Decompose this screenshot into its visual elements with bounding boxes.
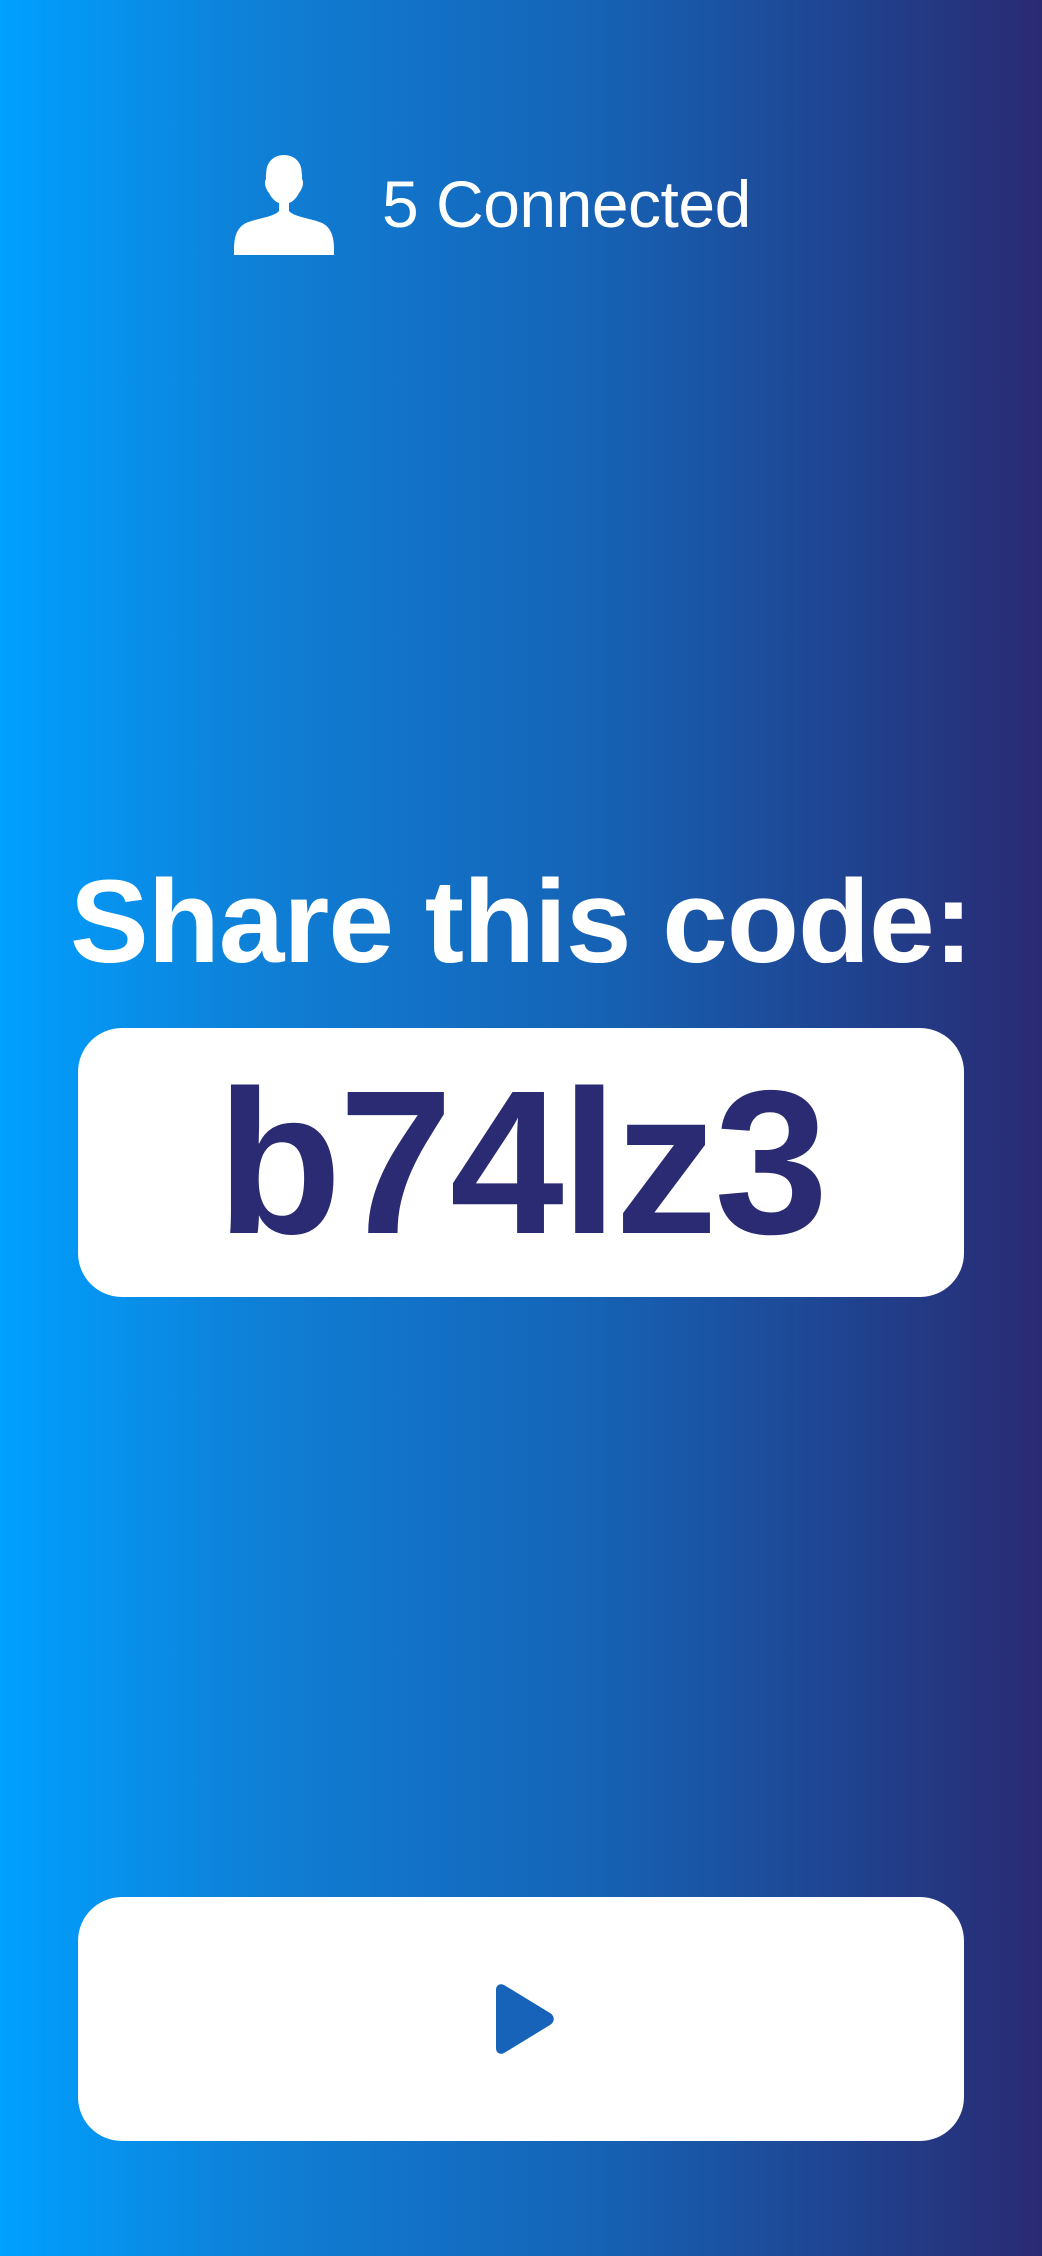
app-screen: 5 Connected Share this code: b74lz3 [0, 0, 1042, 2256]
connected-count-label: 5 Connected [382, 167, 751, 241]
share-code-heading: Share this code: [69, 856, 973, 988]
start-game-button[interactable] [78, 1897, 964, 2141]
room-code: b74lz3 [216, 1048, 829, 1277]
room-code-card: b74lz3 [78, 1028, 964, 1297]
user-icon [234, 155, 334, 255]
play-icon [496, 1984, 554, 2054]
connected-status: 5 Connected [234, 152, 751, 256]
